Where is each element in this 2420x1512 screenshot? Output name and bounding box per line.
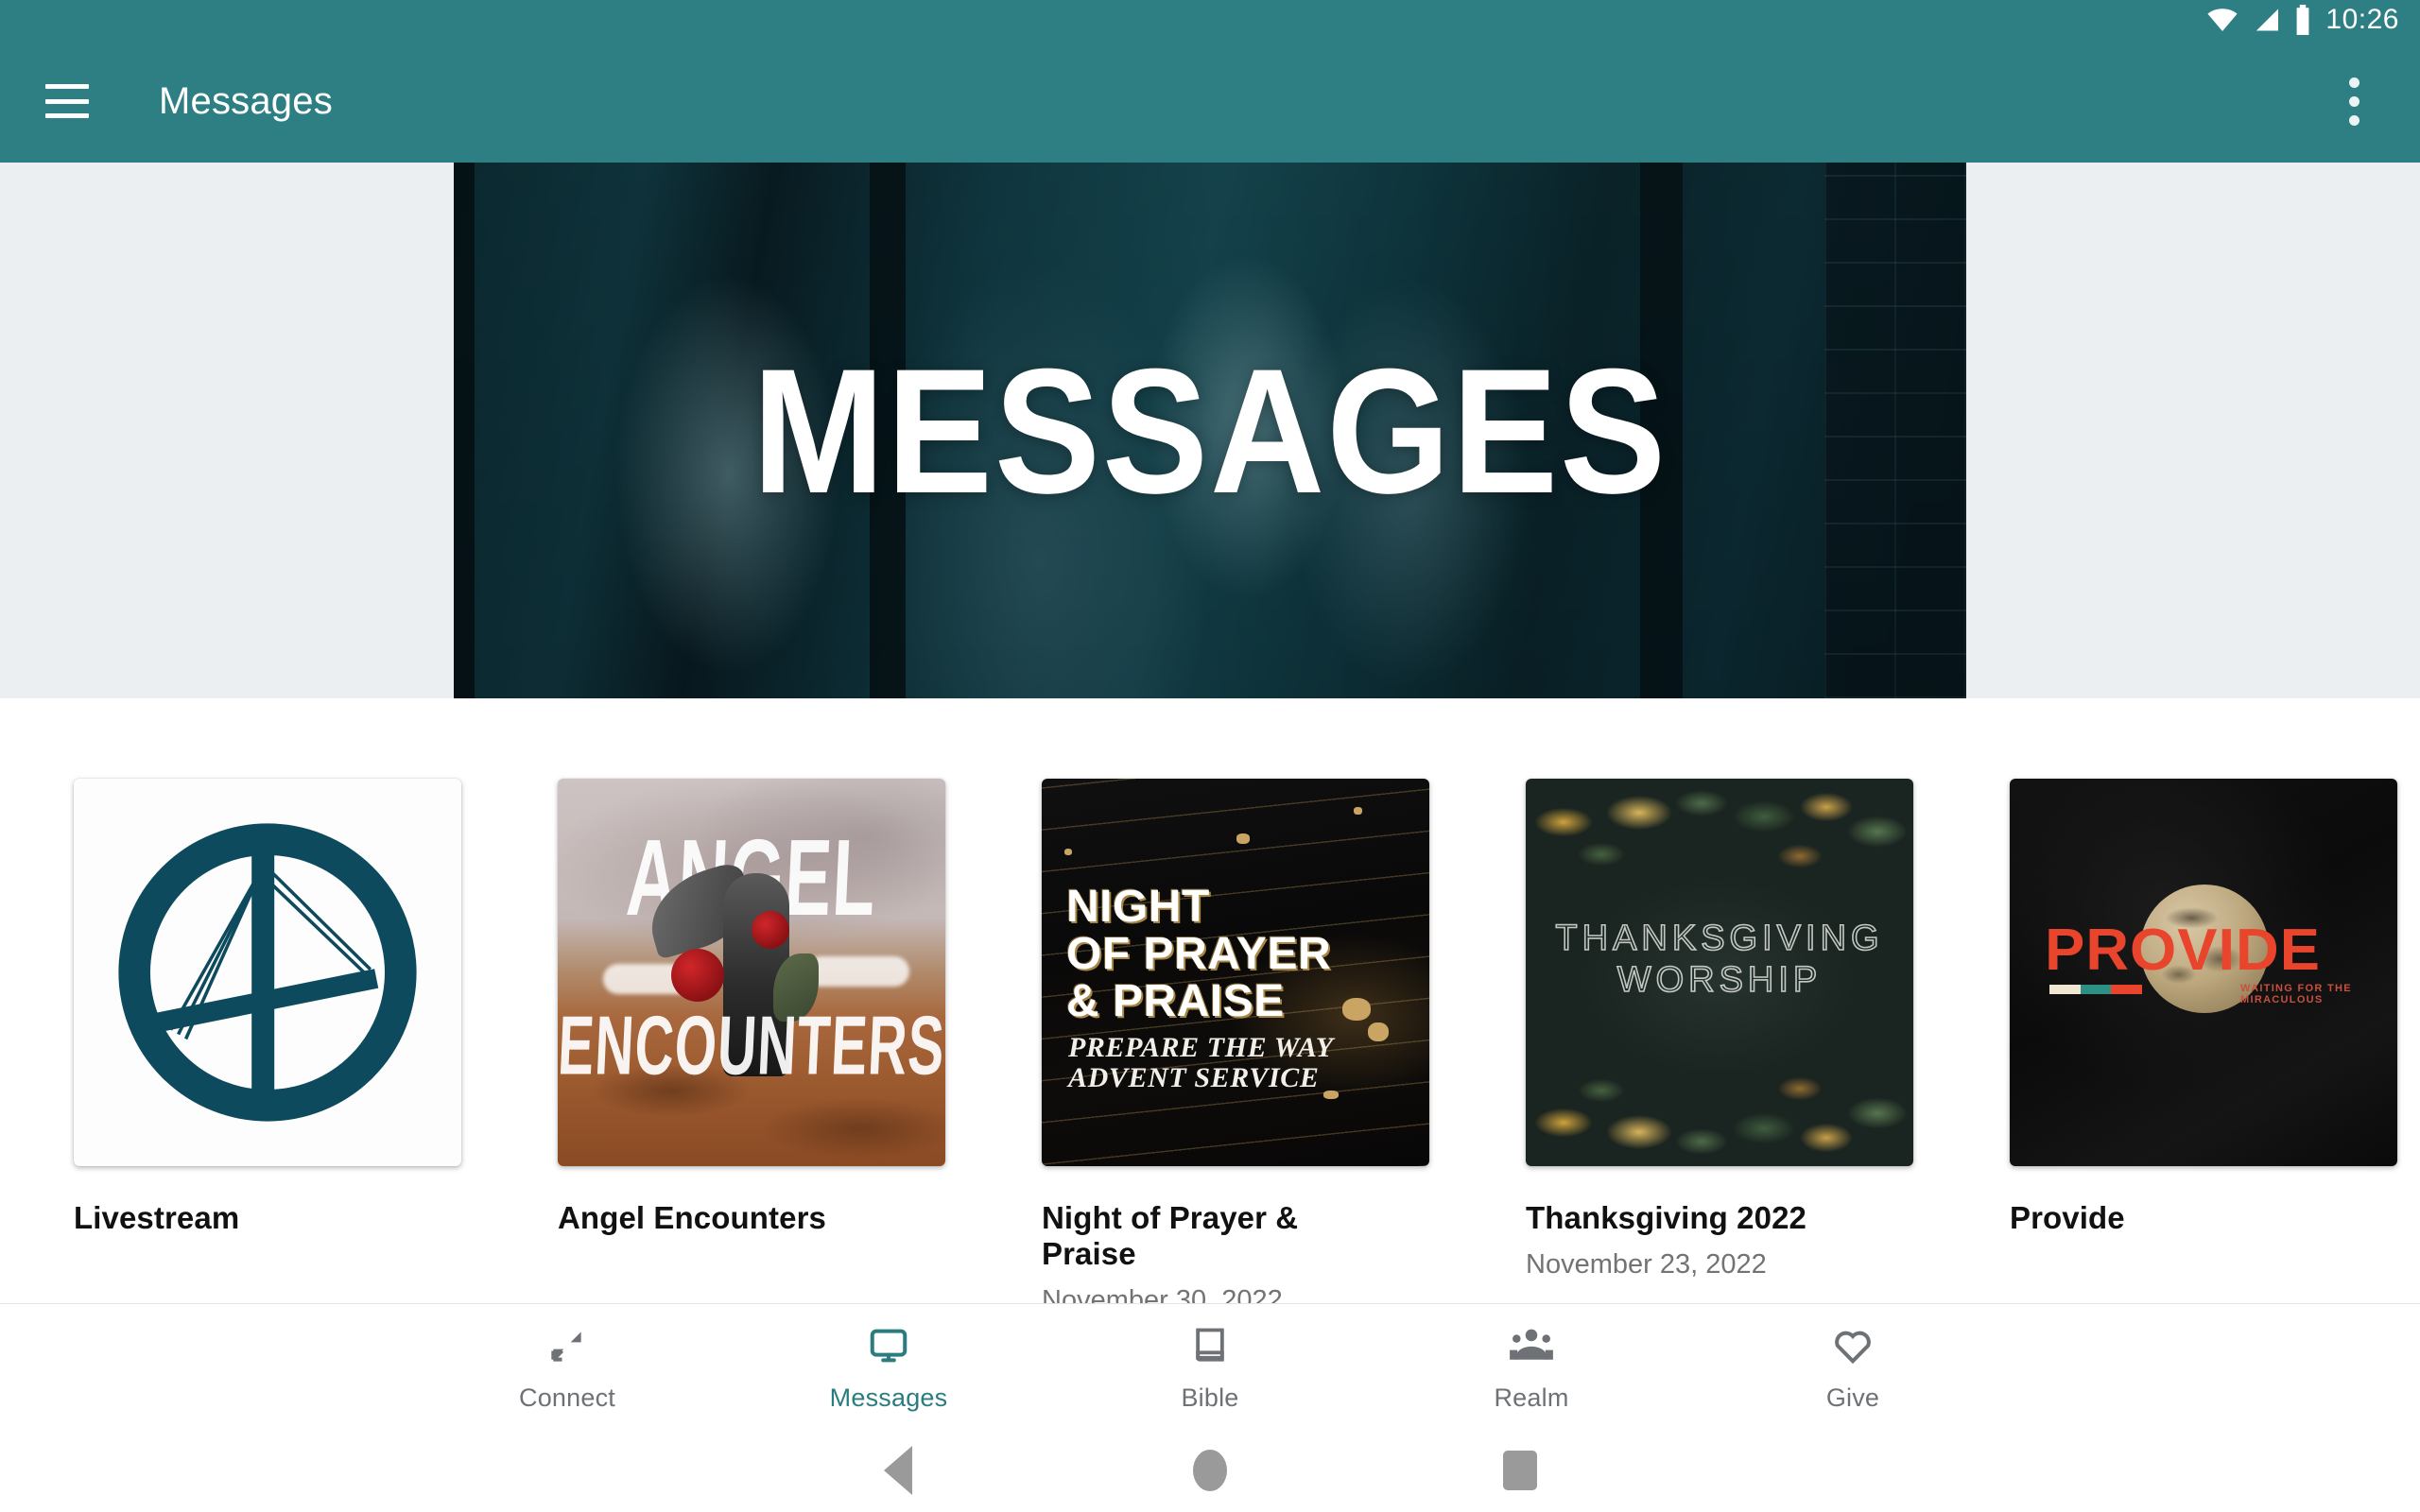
series-card-row: Livestream ANGEL ENCOUNTERS Angel Encoun…: [0, 698, 2420, 1316]
thanksgiving-art-line2: WORSHIP: [1616, 959, 1823, 1001]
series-card-provide[interactable]: PROVIDE WAITING FOR THE MIRACULOUS Provi…: [1936, 779, 2420, 1316]
rose-shape: [671, 949, 724, 1002]
night-art-line3: & PRAISE: [1066, 976, 1285, 1026]
page-title: Messages: [159, 79, 333, 122]
bottom-nav-item-messages[interactable]: Messages: [728, 1319, 1049, 1413]
gold-fleck: [1354, 807, 1362, 815]
series-card-livestream[interactable]: Livestream: [0, 779, 484, 1316]
series-card-title: Livestream: [74, 1200, 240, 1235]
series-thumbnail: ANGEL ENCOUNTERS: [558, 779, 945, 1166]
hero-image: MESSAGES: [454, 163, 1966, 698]
gold-fleck: [1236, 833, 1250, 844]
circle-home-icon[interactable]: [1193, 1449, 1227, 1491]
heart-icon: [1831, 1319, 1875, 1372]
series-thumbnail: [74, 779, 461, 1166]
color-bar-accent: [2049, 985, 2143, 994]
wifi-icon: [2207, 9, 2238, 32]
cloud-shape: [805, 956, 909, 987]
triangle-back-icon[interactable]: [884, 1445, 912, 1495]
hamburger-menu-icon[interactable]: [45, 84, 89, 118]
app-bar: Messages: [0, 40, 2420, 163]
hero-title: MESSAGES: [752, 331, 1668, 530]
gold-fleck: [1368, 1022, 1389, 1041]
battery-icon: [2297, 5, 2309, 35]
series-thumbnail: THANKSGIVING WORSHIP: [1526, 779, 1913, 1166]
bottom-nav-item-connect[interactable]: Connect: [406, 1319, 728, 1413]
bottom-nav-item-give[interactable]: Give: [1692, 1319, 2014, 1413]
bottom-nav-label: Messages: [829, 1383, 948, 1412]
cell-signal-icon: [2256, 9, 2279, 31]
series-thumbnail: NIGHT OF PRAYER & PRAISE PREPARE THE WAY…: [1042, 779, 1429, 1166]
provide-art-line1: PROVIDE: [2045, 918, 2321, 983]
livestream-logo-icon: [118, 823, 417, 1122]
bottom-nav-label: Realm: [1494, 1383, 1569, 1412]
series-card-angel-encounters[interactable]: ANGEL ENCOUNTERS Angel Encounters: [484, 779, 968, 1316]
bottom-nav-item-bible[interactable]: Bible: [1049, 1319, 1371, 1413]
android-system-navigation-bar: [0, 1428, 2420, 1512]
status-bar-clock: 10:26: [2325, 4, 2399, 35]
series-card-date: November 23, 2022: [1526, 1248, 1767, 1280]
series-card-thanksgiving[interactable]: THANKSGIVING WORSHIP Thanksgiving 2022 N…: [1452, 779, 1936, 1316]
gold-fleck: [1342, 998, 1371, 1021]
foliage-border-top: [1526, 779, 1913, 892]
bottom-navigation-bar: Connect Messages Bible Realm Give: [0, 1303, 2420, 1428]
night-art-sub2: ADVENT SERVICE: [1068, 1062, 1320, 1093]
rose-shape: [752, 911, 789, 949]
series-card-title: Thanksgiving 2022: [1526, 1200, 1806, 1235]
hero-banner: MESSAGES: [0, 163, 2420, 698]
bottom-nav-label: Bible: [1181, 1383, 1239, 1412]
provide-art-sub1: WAITING FOR THE MIRACULOUS: [2240, 983, 2352, 1005]
night-art-sub1: PREPARE THE WAY: [1068, 1032, 1334, 1063]
gold-fleck: [1323, 1091, 1339, 1099]
book-icon: [1189, 1319, 1231, 1372]
series-card-title: Provide: [2010, 1200, 2125, 1235]
status-bar: 10:26: [0, 0, 2420, 40]
series-thumbnail: PROVIDE WAITING FOR THE MIRACULOUS: [2010, 779, 2397, 1166]
night-art-line2: OF PRAYER: [1066, 929, 1332, 979]
series-card-title: Night of Prayer & Praise: [1042, 1200, 1299, 1271]
night-art-line1: NIGHT: [1066, 882, 1210, 932]
series-card-title: Angel Encounters: [558, 1200, 826, 1235]
square-recents-icon[interactable]: [1503, 1450, 1537, 1490]
angel-art-line2: ENCOUNTERS: [558, 999, 945, 1093]
series-list: Livestream ANGEL ENCOUNTERS Angel Encoun…: [0, 698, 2420, 1315]
more-vertical-icon[interactable]: [2336, 66, 2373, 137]
foliage-border-bottom: [1526, 1053, 1913, 1166]
bottom-nav-item-realm[interactable]: Realm: [1371, 1319, 1692, 1413]
people-group-icon: [1509, 1319, 1554, 1372]
app-root: 10:26 Messages MESSAGES Livestream ENCOU…: [0, 0, 2420, 1512]
bottom-nav-label: Give: [1825, 1383, 1880, 1412]
compress-arrows-icon: [546, 1319, 588, 1372]
gold-fleck: [1064, 849, 1072, 855]
series-card-night-of-prayer[interactable]: NIGHT OF PRAYER & PRAISE PREPARE THE WAY…: [968, 779, 1452, 1316]
monitor-icon: [867, 1319, 910, 1372]
thanksgiving-art-line1: THANKSGIVING: [1555, 918, 1884, 959]
bottom-nav-label: Connect: [519, 1383, 615, 1412]
